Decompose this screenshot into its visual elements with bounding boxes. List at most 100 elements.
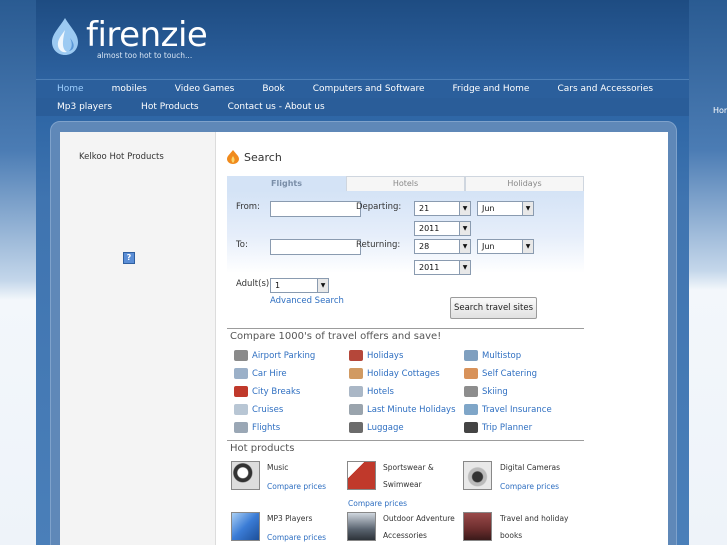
link-last-minute-holidays[interactable]: Last Minute Holidays — [349, 404, 456, 415]
camera-icon[interactable] — [463, 461, 492, 490]
multistop-icon — [464, 350, 478, 361]
site-logo[interactable]: firenzie — [50, 15, 208, 56]
content-panel: Kelkoo Hot Products ? Search Flights Hot… — [50, 121, 677, 545]
hotel-icon — [349, 386, 363, 397]
link-holiday-cottages[interactable]: Holiday Cottages — [349, 368, 440, 379]
nav-contact-about[interactable]: Contact us - About us — [228, 102, 325, 112]
link-luggage[interactable]: Luggage — [349, 422, 404, 433]
outdoor-icon[interactable] — [347, 512, 376, 541]
product-name: Travel and holiday — [500, 514, 569, 523]
content-inner: Kelkoo Hot Products ? Search Flights Hot… — [60, 132, 668, 545]
nav-mobiles[interactable]: mobiles — [112, 84, 147, 94]
compare-prices-link[interactable]: Compare prices — [348, 499, 407, 508]
compare-prices-link[interactable]: Compare prices — [500, 482, 559, 491]
chevron-down-icon: ▼ — [459, 240, 470, 253]
divider — [227, 440, 584, 441]
sportswear-icon[interactable] — [347, 461, 376, 490]
compare-prices-link[interactable]: Compare prices — [267, 482, 326, 491]
departing-month-select[interactable]: Jun ▼ — [477, 201, 534, 216]
car-icon — [234, 368, 248, 379]
returning-day-select[interactable]: 28 ▼ — [414, 239, 471, 254]
plane-icon — [234, 422, 248, 433]
divider — [227, 328, 584, 329]
chevron-down-icon: ▼ — [459, 202, 470, 215]
last-minute-icon — [349, 404, 363, 415]
chevron-down-icon: ▼ — [459, 261, 470, 274]
mp3-player-icon[interactable] — [231, 512, 260, 541]
nav-computers-software[interactable]: Computers and Software — [313, 84, 425, 94]
skiing-icon — [464, 386, 478, 397]
tab-flights[interactable]: Flights — [227, 176, 346, 191]
link-flights[interactable]: Flights — [234, 422, 280, 433]
self-catering-icon — [464, 368, 478, 379]
nav-book[interactable]: Book — [262, 84, 284, 94]
logo-wordmark: firenzie — [86, 15, 208, 55]
departing-label: Departing: — [356, 202, 402, 212]
nav-cars-accessories[interactable]: Cars and Accessories — [557, 84, 653, 94]
link-multistop[interactable]: Multistop — [464, 350, 521, 361]
luggage-icon — [349, 422, 363, 433]
search-travel-button[interactable]: Search travel sites — [450, 297, 537, 319]
chevron-down-icon: ▼ — [459, 222, 470, 235]
link-cruises[interactable]: Cruises — [234, 404, 283, 415]
link-skiing[interactable]: Skiing — [464, 386, 508, 397]
returning-month-select[interactable]: Jun ▼ — [477, 239, 534, 254]
link-hotels[interactable]: Hotels — [349, 386, 394, 397]
adults-label: Adult(s): — [236, 279, 273, 289]
link-trip-planner[interactable]: Trip Planner — [464, 422, 532, 433]
flame-icon — [227, 150, 239, 164]
returning-label: Returning: — [356, 240, 401, 250]
sidebar-title: Kelkoo Hot Products — [79, 152, 164, 162]
to-input[interactable] — [270, 239, 361, 255]
tab-holidays[interactable]: Holidays — [465, 176, 584, 191]
from-label: From: — [236, 202, 260, 212]
travel-search-module: Search Flights Hotels Holidays From: Dep… — [227, 132, 584, 545]
product-name: MP3 Players — [267, 514, 313, 523]
link-travel-insurance[interactable]: Travel Insurance — [464, 404, 552, 415]
background-right — [689, 0, 727, 545]
trip-planner-icon — [464, 422, 478, 433]
airport-parking-icon — [234, 350, 248, 361]
link-airport-parking[interactable]: Airport Parking — [234, 350, 315, 361]
departing-year-select[interactable]: 2011 ▼ — [414, 221, 471, 236]
city-bus-icon — [234, 386, 248, 397]
page-wrapper: firenzie almost too hot to touch... Home… — [36, 0, 689, 545]
product-name: Music — [267, 463, 289, 472]
cottage-icon — [349, 368, 363, 379]
hot-products-title: Hot products — [230, 443, 295, 454]
product-name: books — [500, 531, 523, 540]
flame-drop-icon — [52, 18, 78, 55]
link-car-hire[interactable]: Car Hire — [234, 368, 287, 379]
help-icon[interactable]: ? — [123, 252, 135, 264]
link-self-catering[interactable]: Self Catering — [464, 368, 537, 379]
books-icon[interactable] — [463, 512, 492, 541]
product-name: Sportswear & — [383, 463, 434, 472]
advanced-search-link[interactable]: Advanced Search — [270, 296, 344, 306]
headphones-icon[interactable] — [231, 461, 260, 490]
product-name: Swimwear — [383, 480, 422, 489]
search-tabs: Flights Hotels Holidays — [227, 176, 584, 191]
compare-title: Compare 1000's of travel offers and save… — [230, 331, 442, 342]
to-label: To: — [236, 240, 248, 250]
compare-prices-link[interactable]: Compare prices — [267, 533, 326, 542]
search-title: Search — [244, 150, 282, 164]
adults-select[interactable]: 1 ▼ — [270, 278, 329, 293]
product-name: Accessories — [383, 531, 427, 540]
nav-fridge-home[interactable]: Fridge and Home — [453, 84, 530, 94]
site-tagline: almost too hot to touch... — [97, 51, 193, 60]
link-city-breaks[interactable]: City Breaks — [234, 386, 300, 397]
nav-video-games[interactable]: Video Games — [175, 84, 235, 94]
tab-hotels[interactable]: Hotels — [346, 176, 465, 191]
from-input[interactable] — [270, 201, 361, 217]
link-holidays[interactable]: Holidays — [349, 350, 403, 361]
returning-year-select[interactable]: 2011 ▼ — [414, 260, 471, 275]
background-left — [0, 0, 36, 545]
nav-mp3-players[interactable]: Mp3 players — [57, 102, 112, 112]
nav-hot-products[interactable]: Hot Products — [141, 102, 199, 112]
departing-day-select[interactable]: 21 ▼ — [414, 201, 471, 216]
umbrella-icon — [464, 404, 478, 415]
nav-home[interactable]: Home — [57, 84, 84, 94]
chevron-down-icon: ▼ — [317, 279, 328, 292]
main-nav-row-1: Home mobiles Video Games Book Computers … — [36, 79, 689, 98]
chevron-down-icon: ▼ — [522, 202, 533, 215]
